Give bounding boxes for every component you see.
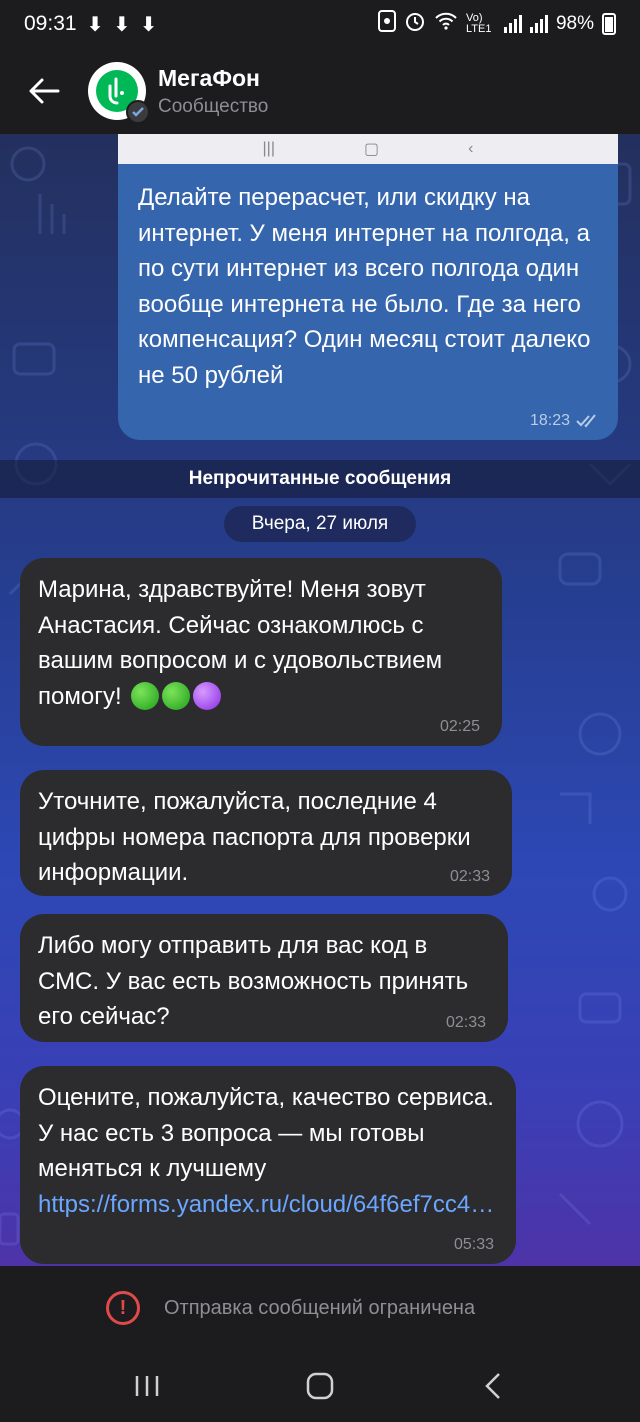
back-nav-button[interactable] <box>463 1356 523 1416</box>
incoming-message[interactable]: Марина, здравствуйте! Меня зовут Анастас… <box>20 558 502 746</box>
chat-title-block[interactable]: МегаФон Сообщество <box>158 65 268 118</box>
message-text: Уточните, пожалуйста, последние 4 цифры … <box>38 788 471 886</box>
battery-icon <box>602 13 616 35</box>
survey-link[interactable]: https://forms.yandex.ru/cloud/64f6ef7cc4… <box>38 1191 494 1218</box>
message-time: 02:33 <box>445 1014 486 1031</box>
message-text: Либо могу отправить для вас код в СМС. У… <box>38 932 469 1030</box>
home-button[interactable] <box>290 1356 350 1416</box>
incoming-message[interactable]: Уточните, пожалуйста, последние 4 цифры … <box>20 770 512 896</box>
alarm-icon <box>404 10 426 38</box>
system-navigation-bar <box>0 1350 640 1422</box>
chevron-left-icon <box>485 1373 501 1399</box>
back-icon: ‹ <box>468 140 474 157</box>
incoming-message[interactable]: Оцените, пожалуйста, качество сервиса. У… <box>20 1066 516 1264</box>
arrow-left-icon <box>29 78 60 104</box>
message-time: 02:33 <box>449 868 490 885</box>
signal-icon <box>503 15 522 33</box>
message-time: 05:33 <box>453 1236 494 1253</box>
message-time: 18:23 <box>529 412 570 429</box>
download-icon: ⬇ <box>86 13 104 36</box>
message-text: Марина, здравствуйте! Меня зовут Анастас… <box>38 576 443 710</box>
back-button[interactable] <box>0 48 88 134</box>
double-check-icon <box>576 414 596 428</box>
outgoing-message[interactable]: ||| ▢ ‹ Делайте перерасчет, или скидку н… <box>118 134 618 440</box>
green-circle-emoji <box>131 681 160 710</box>
nfc-icon <box>377 10 396 38</box>
download-icon: ⬇ <box>140 13 157 36</box>
status-bar: 09:31 ⬇ ⬇ ⬇ Vo) LTE1 98% <box>0 0 640 48</box>
verified-badge-icon <box>126 100 150 124</box>
chat-header: МегаФон Сообщество <box>0 48 640 134</box>
recents-icon <box>135 1376 158 1396</box>
battery-level: 98% <box>555 13 594 34</box>
network-type: Vo) LTE1 <box>465 12 492 35</box>
status-time: 09:31 <box>24 12 77 35</box>
date-separator: Вчера, 27 июля <box>224 506 416 542</box>
chat-subtitle: Сообщество <box>158 95 269 117</box>
green-circle-emoji <box>162 681 191 710</box>
incoming-message[interactable]: Либо могу отправить для вас код в СМС. У… <box>20 914 508 1042</box>
home-icon <box>306 1372 334 1400</box>
warning-icon: ! <box>106 1291 140 1325</box>
message-meta: 18:23 <box>530 412 600 430</box>
chat-title: МегаФон <box>158 64 260 91</box>
chat-area[interactable]: ||| ▢ ‹ Делайте перерасчет, или скидку н… <box>0 134 640 1266</box>
wifi-icon <box>434 12 458 36</box>
recents-button[interactable] <box>117 1356 177 1416</box>
message-text: Оцените, пожалуйста, качество сервиса. У… <box>38 1084 495 1218</box>
unread-divider: Непрочитанные сообщения <box>0 460 640 498</box>
message-time: 02:25 <box>439 718 480 735</box>
download-icon: ⬇ <box>113 13 131 36</box>
purple-circle-emoji <box>193 681 222 710</box>
recents-icon: ||| <box>262 140 275 157</box>
restricted-notice: Отправка сообщений ограничена <box>164 1296 476 1319</box>
avatar[interactable] <box>88 62 150 124</box>
signal-icon <box>529 15 548 33</box>
home-icon: ▢ <box>363 141 380 158</box>
messaging-restricted-bar: ! Отправка сообщений ограничена <box>0 1266 640 1350</box>
attached-screenshot-preview[interactable]: ||| ▢ ‹ <box>118 134 618 164</box>
message-text: Делайте перерасчет, или скидку на интерн… <box>138 184 591 389</box>
